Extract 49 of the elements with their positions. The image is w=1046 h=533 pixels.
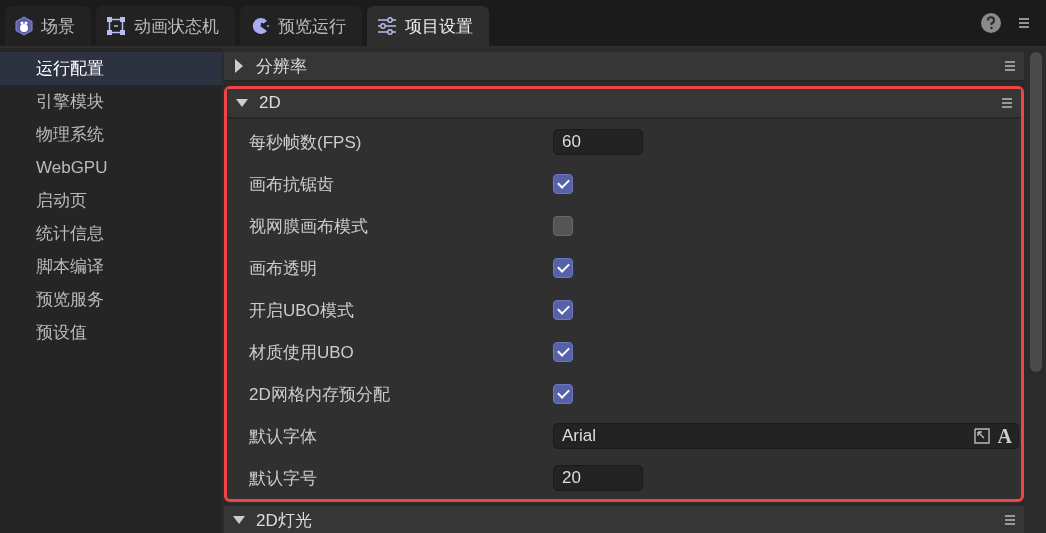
section-header[interactable]: 2D: [227, 89, 1021, 119]
hexagon-icon: [15, 16, 33, 36]
sidebar-item[interactable]: 预览服务: [0, 283, 222, 316]
sidebar-item[interactable]: 物理系统: [0, 118, 222, 151]
property-label: 默认字号: [249, 467, 318, 490]
checkbox[interactable]: [553, 216, 573, 236]
checkbox[interactable]: [553, 384, 573, 404]
font-button[interactable]: A: [997, 426, 1012, 446]
property-label: 画布抗锯齿: [249, 173, 335, 196]
property-label: 开启UBO模式: [249, 299, 355, 322]
help-icon[interactable]: [981, 13, 1001, 33]
property-label: 画布透明: [249, 257, 318, 280]
node-graph-icon: [106, 16, 126, 36]
section-title: 2D灯光: [256, 509, 312, 532]
property-label: 材质使用UBO: [249, 341, 355, 364]
sidebar-item[interactable]: 运行配置: [0, 52, 222, 85]
tab[interactable]: 动画状态机: [96, 6, 235, 46]
section-title: 分辨率: [256, 55, 307, 78]
sliders-icon: [377, 17, 397, 35]
sidebar-item[interactable]: 统计信息: [0, 217, 222, 250]
sidebar-item[interactable]: WebGPU: [0, 151, 222, 184]
section-title: 2D: [259, 93, 281, 113]
tab[interactable]: 项目设置: [367, 6, 489, 46]
pacman-icon: [250, 16, 270, 36]
section-header[interactable]: 2D灯光: [224, 506, 1024, 533]
checkbox[interactable]: [553, 300, 573, 320]
menu-icon[interactable]: [1001, 97, 1013, 109]
sidebar-item[interactable]: 启动页: [0, 184, 222, 217]
menu-icon[interactable]: [1004, 60, 1016, 72]
property-label: 每秒帧数(FPS): [249, 131, 363, 154]
number-field[interactable]: 20: [553, 465, 643, 491]
sidebar-item[interactable]: 引擎模块: [0, 85, 222, 118]
number-field[interactable]: 60: [553, 129, 643, 155]
property-label: 2D网格内存预分配: [249, 383, 391, 406]
menu-icon[interactable]: [1004, 514, 1016, 526]
menu-icon[interactable]: [1018, 17, 1030, 29]
property-label: 默认字体: [249, 425, 318, 448]
scrollbar[interactable]: [1026, 48, 1046, 533]
tab[interactable]: 预览运行: [240, 6, 362, 46]
pick-icon[interactable]: [973, 428, 990, 444]
tab[interactable]: 场景: [5, 6, 91, 46]
checkbox[interactable]: [553, 342, 573, 362]
checkbox[interactable]: [553, 174, 573, 194]
section-header[interactable]: 分辨率: [224, 52, 1024, 82]
sidebar-item[interactable]: 脚本编译: [0, 250, 222, 283]
font-field[interactable]: Arial: [562, 426, 596, 446]
sidebar-item[interactable]: 预设值: [0, 316, 222, 349]
checkbox[interactable]: [553, 258, 573, 278]
property-label: 视网膜画布模式: [249, 215, 369, 238]
